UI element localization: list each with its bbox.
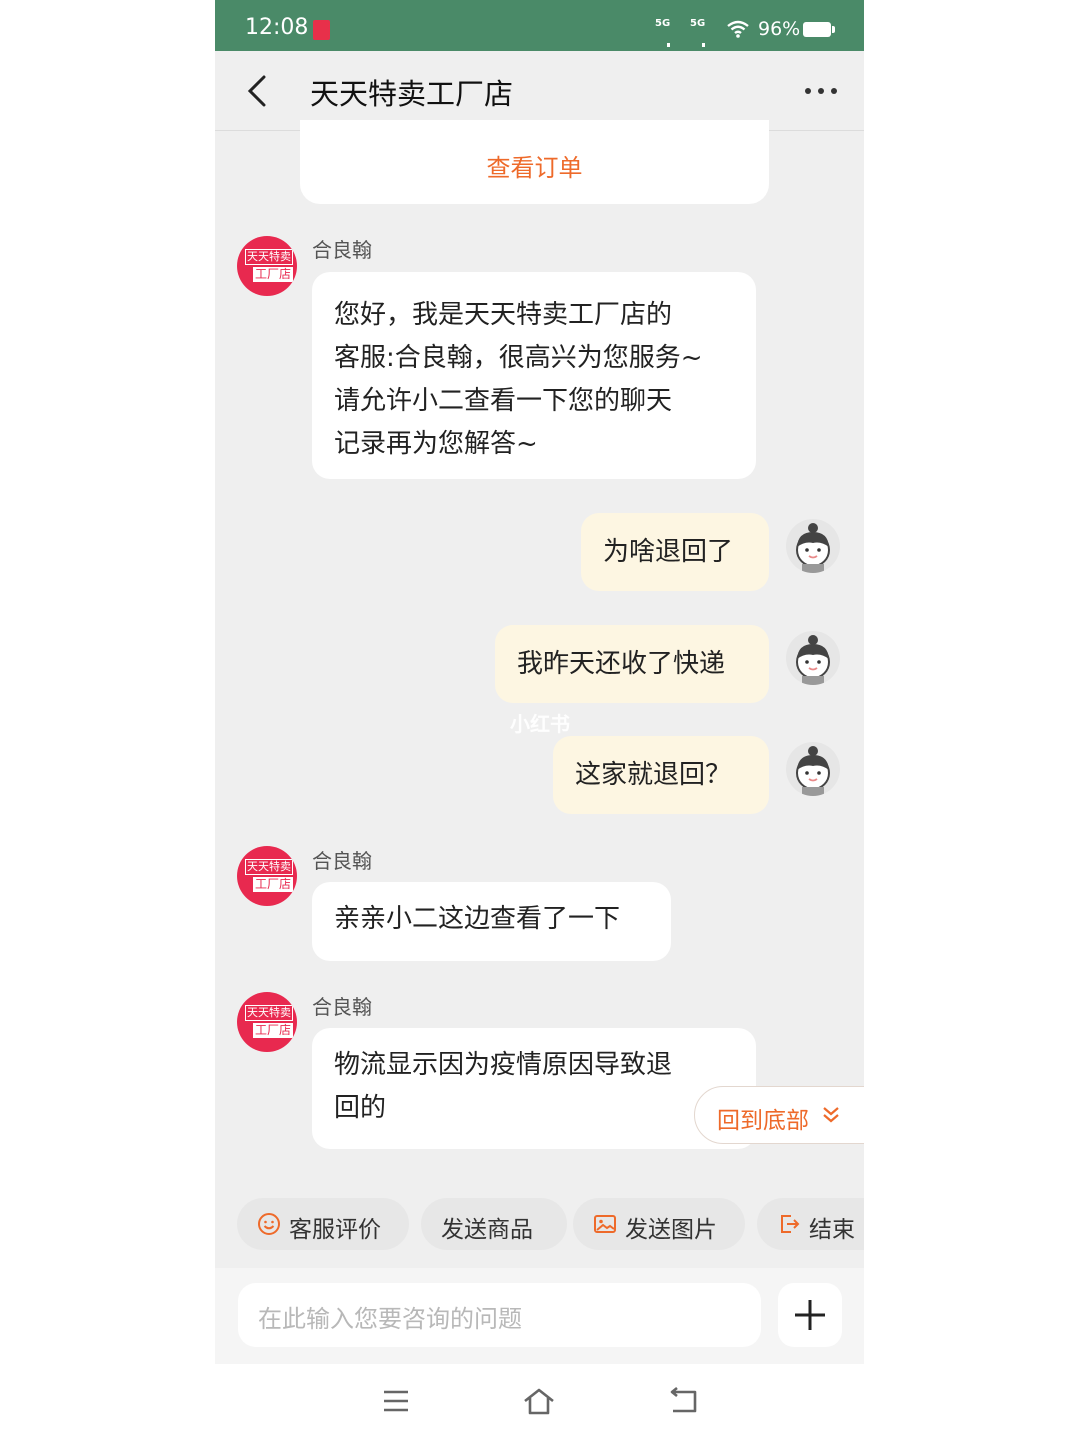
sender-name: 合良翰 (312, 238, 372, 262)
exit-icon (781, 1215, 800, 1233)
message-line: 亲亲小二这边查看了一下 (334, 904, 621, 934)
message-line: 请允许小二查看一下您的聊天 (334, 386, 673, 416)
quick-action-label: 发送商品 (441, 1217, 533, 1243)
send-product-button[interactable]: 发送商品 (421, 1198, 567, 1250)
message-line: 回的 (334, 1093, 387, 1123)
chevron-left-icon[interactable] (237, 69, 277, 113)
view-order-link[interactable]: 查看订单 (300, 148, 769, 183)
end-session-button[interactable]: 结束 (757, 1198, 864, 1250)
battery-icon (803, 22, 835, 37)
quick-action-label: 发送图片 (625, 1217, 717, 1243)
message-line: 客服:合良翰，很高兴为您服务~ (334, 343, 703, 373)
input-placeholder: 在此输入您要咨询的问题 (258, 1305, 522, 1333)
order-card[interactable]: 查看订单 (300, 120, 769, 204)
message-input[interactable]: 在此输入您要咨询的问题 (238, 1283, 761, 1347)
message-text: 为啥退回了 (603, 537, 734, 567)
double-chevron-down-icon (823, 1107, 839, 1123)
user-avatar-icon (796, 523, 830, 573)
page-title: 天天特卖工厂店 (310, 77, 514, 111)
watermark: 小红书 (510, 712, 570, 736)
status-bar: 12:08 5G 5G 96% (215, 0, 864, 104)
shop-avatar[interactable]: 天天特卖 工厂店 (237, 992, 297, 1052)
user-avatar-icon (796, 746, 830, 796)
menu-icon[interactable] (381, 1388, 411, 1414)
message-text: 这家就退回？ (575, 760, 732, 790)
shop-avatar-text: 天天特卖 (245, 859, 293, 875)
agent-message-bubble[interactable]: 亲亲小二这边查看了一下 (312, 882, 671, 961)
message-line: 记录再为您解答~ (334, 429, 538, 459)
app-notification-icon (313, 20, 330, 40)
send-image-button[interactable]: 发送图片 (573, 1198, 745, 1250)
rate-service-button[interactable]: 客服评价 (237, 1198, 409, 1250)
sender-name: 合良翰 (312, 849, 372, 873)
more-actions-button[interactable] (778, 1283, 842, 1347)
user-avatar[interactable] (786, 631, 840, 685)
message-line: 您好，我是天天特卖工厂店的 (334, 300, 673, 330)
quick-action-label: 客服评价 (289, 1217, 381, 1243)
status-time: 12:08 (245, 15, 309, 40)
sender-name: 合良翰 (312, 995, 372, 1019)
quick-action-label: 结束 (809, 1217, 855, 1243)
scroll-to-bottom-button[interactable]: 回到底部 (694, 1086, 864, 1144)
home-icon[interactable] (521, 1386, 557, 1416)
shop-avatar-text: 天天特卖 (245, 249, 293, 265)
shop-avatar-text: 工厂店 (253, 1023, 294, 1038)
shop-avatar[interactable]: 天天特卖 工厂店 (237, 846, 297, 906)
scroll-to-bottom-label: 回到底部 (717, 1108, 809, 1134)
message-text: 我昨天还收了快递 (517, 649, 726, 679)
system-nav-bar (215, 1364, 864, 1439)
user-message-bubble[interactable]: 为啥退回了 (581, 513, 769, 591)
agent-message-bubble[interactable]: 您好，我是天天特卖工厂店的 客服:合良翰，很高兴为您服务~ 请允许小二查看一下您… (312, 272, 756, 479)
smiley-icon (258, 1213, 280, 1235)
input-bar: 在此输入您要咨询的问题 (215, 1268, 864, 1364)
plus-icon (795, 1300, 825, 1330)
user-avatar-icon (796, 635, 830, 685)
user-message-bubble[interactable]: 这家就退回？ (553, 736, 769, 814)
user-avatar[interactable] (786, 742, 840, 796)
agent-message-bubble[interactable]: 物流显示因为疫情原因导致退 回的 (312, 1028, 756, 1149)
shop-avatar[interactable]: 天天特卖 工厂店 (237, 236, 297, 296)
shop-avatar-text: 工厂店 (253, 267, 294, 282)
battery-percent: 96% (758, 18, 801, 40)
shop-avatar-text: 工厂店 (253, 877, 294, 892)
user-message-bubble[interactable]: 我昨天还收了快递 (495, 625, 769, 703)
more-horizontal-icon[interactable] (803, 77, 839, 103)
image-icon (594, 1215, 616, 1233)
shop-avatar-text: 天天特卖 (245, 1005, 293, 1021)
phone-screen: 12:08 5G 5G 96% 天天特卖工厂店 查看订单 天天特卖 工厂店 合良… (215, 0, 864, 1439)
message-line: 物流显示因为疫情原因导致退 (334, 1050, 673, 1080)
chat-header: 天天特卖工厂店 (215, 51, 864, 131)
user-avatar[interactable] (786, 519, 840, 573)
wifi-icon (727, 20, 749, 38)
back-icon[interactable] (667, 1386, 699, 1416)
